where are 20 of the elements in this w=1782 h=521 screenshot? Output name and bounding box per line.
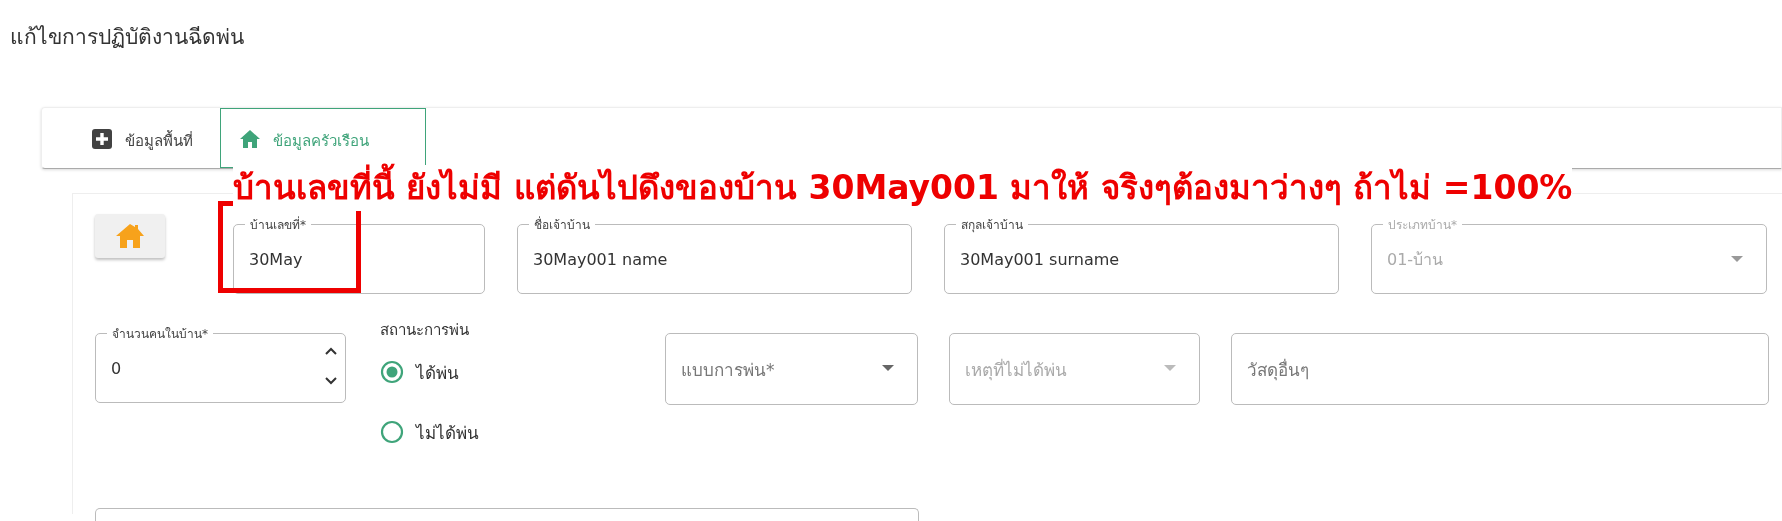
home-button[interactable] xyxy=(95,214,165,259)
input-field[interactable]: แบบการพ่น* xyxy=(665,324,918,406)
tab[interactable]: ข้อมูลพื้นที่ xyxy=(72,108,212,168)
input-field[interactable]: ชื่อเจ้าบ้าน 30May001 name xyxy=(517,215,912,295)
number-field[interactable]: จำนวนคนในบ้าน* 0 xyxy=(95,324,346,404)
input-field[interactable]: บ้านเลขที่* 30May xyxy=(233,215,485,295)
caret-icon xyxy=(1731,256,1743,263)
input-field[interactable]: วัสดุอื่นๆ xyxy=(1231,324,1769,406)
radio-option[interactable]: ได้พ่น xyxy=(380,342,665,403)
caret-icon xyxy=(882,365,894,372)
home-icon xyxy=(115,223,145,250)
radio-group-label: สถานะการพ่น xyxy=(380,320,470,342)
home-icon xyxy=(239,129,261,149)
plus-icon xyxy=(91,129,113,149)
spinner-icon xyxy=(324,346,338,387)
annotation-text: บ้านเลขที่นี้ ยังไม่มี แต่ดันไปดึงของบ้าน 30May001 มาให้ จริงๆต้องมาว่างๆ ถ้าไม่ =100% xyxy=(233,165,1573,212)
caret-icon xyxy=(1164,365,1176,372)
page-title: แก้ไขการปฏิบัติงานฉีดพ่น xyxy=(9,24,245,51)
radio-option[interactable]: ไม่ได้พ่น xyxy=(380,402,665,463)
input-field[interactable]: สกุลเจ้าบ้าน 30May001 surname xyxy=(944,215,1339,295)
